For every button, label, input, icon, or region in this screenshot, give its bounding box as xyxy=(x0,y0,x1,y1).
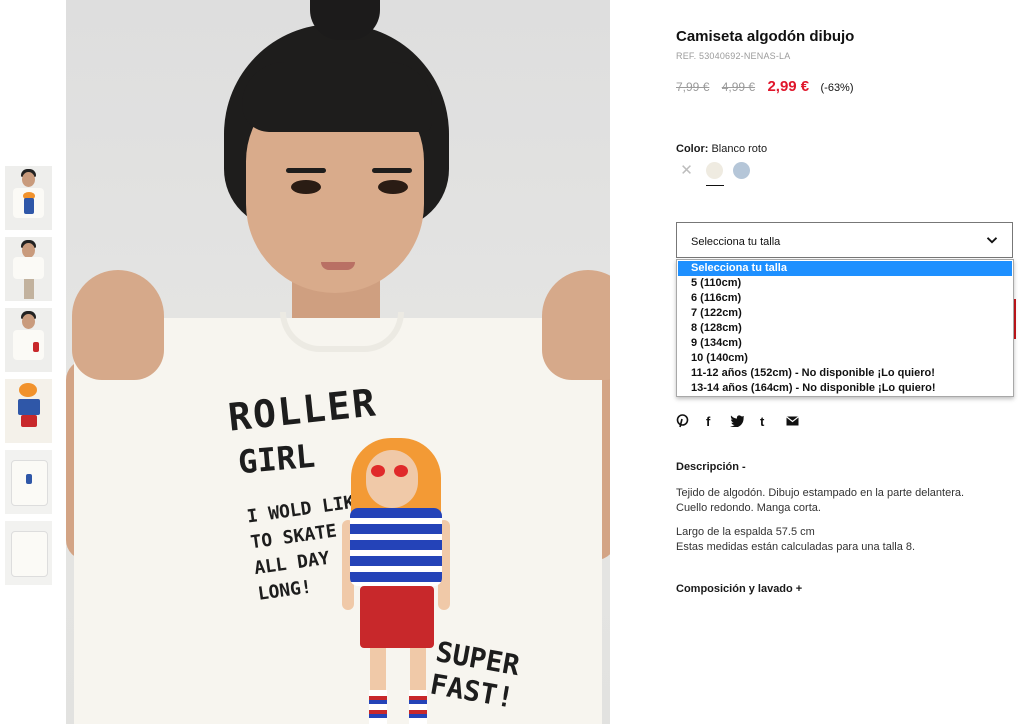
color-swatches: ✕ xyxy=(678,160,798,190)
model-fringe xyxy=(242,62,432,132)
product-title: Camiseta algodón dibujo xyxy=(676,28,855,45)
color-swatch-blue[interactable] xyxy=(733,162,750,179)
description-line: Largo de la espalda 57.5 cm xyxy=(676,526,815,538)
tumblr-icon[interactable]: t xyxy=(760,414,764,429)
description-line: Estas medidas están calculadas para una … xyxy=(676,541,916,553)
size-select-value: Selecciona tu talla xyxy=(691,236,781,248)
thumb-shirt xyxy=(13,330,44,360)
size-dropdown-list: Selecciona tu talla 5 (110cm) 6 (116cm) … xyxy=(676,259,1014,397)
size-select[interactable]: Selecciona tu talla xyxy=(676,222,1013,258)
model-eye-right xyxy=(378,180,408,194)
thumb-print-figure xyxy=(33,342,39,352)
color-label-key: Color: xyxy=(676,143,709,155)
thumb-print-figure xyxy=(24,198,34,214)
main-product-image[interactable]: ROLLER GIRL I WOLD LIKE TO SKATE ALL DAY… xyxy=(66,0,610,724)
size-option[interactable]: 10 (140cm) xyxy=(678,351,1012,366)
facebook-icon[interactable]: f xyxy=(706,414,710,429)
thumb-head xyxy=(22,314,35,329)
discount-badge: (-63%) xyxy=(820,82,854,94)
description-line: Cuello redondo. Manga corta. xyxy=(676,502,821,514)
product-reference: REF. 53040692-NENAS-LA xyxy=(676,51,791,61)
print-figure-striped-shirt xyxy=(350,508,442,586)
size-option[interactable]: 5 (110cm) xyxy=(678,276,1012,291)
size-option[interactable]: 6 (116cm) xyxy=(678,291,1012,306)
print-figure-sock-left xyxy=(369,690,387,724)
size-option[interactable]: 13-14 años (164cm) - No disponible ¡Lo q… xyxy=(678,381,1012,396)
chevron-down-icon xyxy=(986,233,998,249)
model-mouth xyxy=(321,262,355,270)
price-original: 7,99 € xyxy=(676,80,710,94)
price-previous: 4,99 € xyxy=(721,80,756,94)
thumb-head xyxy=(22,172,35,187)
model-hand-right xyxy=(542,270,610,380)
pinterest-icon[interactable] xyxy=(676,414,689,431)
thumbnail-list xyxy=(5,166,52,592)
thumb-print-shorts xyxy=(21,415,37,427)
print-text-girl: GIRL xyxy=(236,436,317,482)
model-hand-left xyxy=(72,270,164,380)
thumbnail-5[interactable] xyxy=(5,450,52,514)
color-swatch-blanco-roto[interactable] xyxy=(706,162,723,179)
thumbnail-2[interactable] xyxy=(5,237,52,301)
thumbnail-6[interactable] xyxy=(5,521,52,585)
thumb-head xyxy=(22,243,35,258)
description-line: Tejido de algodón. Dibujo estampado en l… xyxy=(676,487,965,499)
product-info-panel: Camiseta algodón dibujo REF. 53040692-NE… xyxy=(676,0,1016,724)
selected-swatch-underline xyxy=(706,185,724,186)
close-icon[interactable]: ✕ xyxy=(678,162,695,179)
thumb-print-figure xyxy=(18,399,40,415)
print-figure-shorts xyxy=(360,586,434,648)
size-option[interactable]: Selecciona tu talla xyxy=(678,261,1012,276)
color-label-value: Blanco roto xyxy=(711,143,768,155)
description-heading[interactable]: Descripción - xyxy=(676,461,746,473)
size-option[interactable]: 11-12 años (152cm) - No disponible ¡Lo q… xyxy=(678,366,1012,381)
twitter-icon[interactable] xyxy=(730,414,745,430)
thumb-shirt xyxy=(13,257,44,279)
thumb-print-hair xyxy=(19,383,37,397)
color-label: Color: Blanco roto xyxy=(676,143,767,155)
model-brow-left xyxy=(286,168,326,173)
print-figure-glasses-right xyxy=(394,465,408,477)
thumb-legs xyxy=(24,279,34,299)
print-figure-sock-right xyxy=(409,690,427,724)
print-figure-glasses-left xyxy=(371,465,385,477)
composition-heading[interactable]: Composición y lavado + xyxy=(676,583,802,595)
print-figure-face xyxy=(366,450,418,508)
model-eye-left xyxy=(291,180,321,194)
size-option[interactable]: 7 (122cm) xyxy=(678,306,1012,321)
thumb-print-figure xyxy=(26,474,32,484)
size-option[interactable]: 9 (134cm) xyxy=(678,336,1012,351)
description-text: Tejido de algodón. Dibujo estampado en l… xyxy=(676,486,1011,555)
email-icon[interactable] xyxy=(786,414,799,429)
thumbnail-4[interactable] xyxy=(5,379,52,443)
thumbnail-1[interactable] xyxy=(5,166,52,230)
thumbnail-3[interactable] xyxy=(5,308,52,372)
thumb-shirt-back xyxy=(11,531,48,577)
price-sale: 2,99 € xyxy=(767,78,810,95)
model-brow-right xyxy=(372,168,412,173)
price-block: 7,99 € 4,99 € 2,99 € (-63%) xyxy=(676,78,854,95)
size-option[interactable]: 8 (128cm) xyxy=(678,321,1012,336)
